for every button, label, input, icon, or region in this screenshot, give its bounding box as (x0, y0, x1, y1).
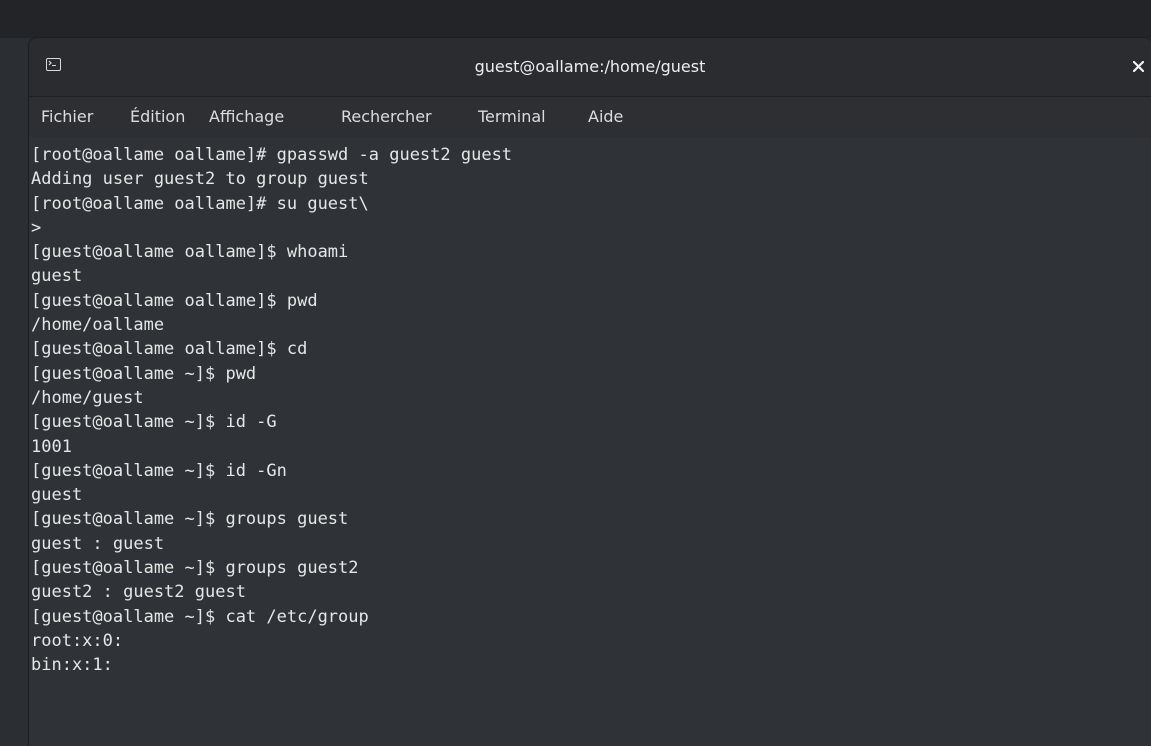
terminal-line: [guest@oallame oallame]$ pwd (31, 290, 318, 311)
terminal-line: [guest@oallame ~]$ groups guest2 (31, 558, 359, 579)
titlebar: guest@oallame:/home/guest (29, 38, 1151, 97)
desktop: guest@oallame:/home/guest Fichier Éditio… (0, 0, 1151, 746)
terminal-line: [guest@oallame oallame]$ cd (31, 339, 308, 360)
terminal-line: [guest@oallame ~]$ id -Gn (31, 460, 287, 481)
close-icon (1133, 61, 1144, 72)
terminal-line: [guest@oallame ~]$ pwd (31, 363, 257, 384)
terminal-line: guest2 : guest2 guest (31, 582, 246, 603)
window-title: guest@oallame:/home/guest (474, 57, 706, 76)
terminal-line: guest (31, 485, 83, 506)
terminal-line: [guest@oallame ~]$ groups guest (31, 509, 349, 530)
menu-bar: Fichier Édition Affichage Rechercher Ter… (29, 97, 1151, 137)
terminal-output[interactable]: [root@oallame oallame]# gpasswd -a guest… (29, 138, 1151, 746)
menu-terminal[interactable]: Terminal (478, 97, 546, 137)
terminal-line: [root@oallame oallame]# su guest\ (31, 193, 369, 214)
terminal-line: /home/guest (31, 387, 144, 408)
menu-rechercher[interactable]: Rechercher (341, 97, 432, 137)
terminal-line: [guest@oallame ~]$ id -G (31, 412, 277, 433)
terminal-window: guest@oallame:/home/guest Fichier Éditio… (29, 38, 1151, 746)
terminal-line: /home/oallame (31, 315, 165, 336)
menu-fichier[interactable]: Fichier (41, 97, 93, 137)
terminal-line: [root@oallame oallame]# gpasswd -a guest… (31, 145, 513, 165)
terminal-line: 1001 (31, 436, 72, 457)
terminal-line: guest (31, 266, 83, 287)
terminal-line: [guest@oallame oallame]$ whoami (31, 242, 349, 263)
terminal-line: [guest@oallame ~]$ cat /etc/group (31, 606, 369, 627)
desktop-top-strip (0, 0, 1151, 38)
terminal-line: guest : guest (31, 533, 165, 554)
terminal-line: root:x:0: (31, 630, 124, 651)
terminal-line: bin:x:1: (31, 655, 113, 676)
close-button[interactable] (1125, 52, 1151, 82)
menu-affichage[interactable]: Affichage (209, 97, 284, 137)
menu-aide[interactable]: Aide (588, 97, 623, 137)
terminal-line: > (31, 217, 42, 238)
terminal-line: Adding user guest2 to group guest (31, 169, 369, 190)
menu-edition[interactable]: Édition (130, 97, 185, 137)
